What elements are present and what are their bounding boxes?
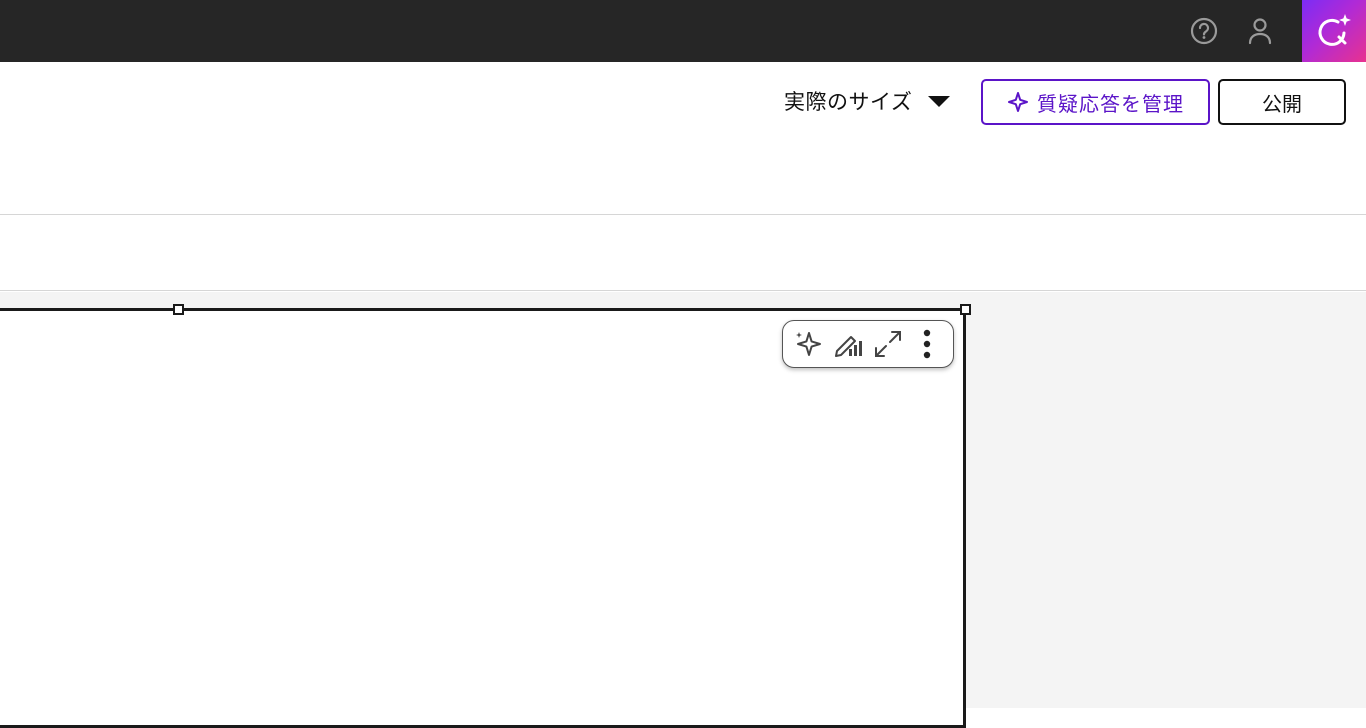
user-icon — [1248, 18, 1272, 45]
more-options-icon — [924, 329, 931, 359]
manage-qa-button[interactable]: 質疑応答を管理 — [981, 79, 1210, 125]
focus-mode-icon — [874, 331, 901, 357]
chevron-down-icon — [928, 95, 951, 107]
publish-button[interactable]: 公開 — [1218, 79, 1346, 125]
view-size-dropdown[interactable]: 実際のサイズ — [784, 86, 951, 116]
publish-label: 公開 — [1262, 91, 1302, 116]
resize-handle-top-right[interactable] — [960, 304, 971, 315]
copilot-summarize-button[interactable] — [792, 327, 826, 361]
sparkle-icon — [795, 332, 821, 356]
focus-mode-button[interactable] — [871, 327, 905, 361]
edit-chart-icon — [835, 336, 863, 357]
top-app-bar — [0, 0, 1366, 62]
visual-header-toolbar — [782, 320, 954, 368]
edit-visual-button[interactable] — [831, 327, 865, 361]
help-button[interactable] — [1186, 13, 1222, 49]
more-options-button[interactable] — [910, 327, 944, 361]
sparkle-icon — [1008, 92, 1028, 112]
copilot-button[interactable] — [1302, 0, 1366, 62]
manage-qa-label: 質疑応答を管理 — [1037, 91, 1184, 116]
secondary-bar — [0, 216, 1366, 291]
copilot-icon — [1318, 14, 1351, 46]
help-circle-icon — [1190, 17, 1218, 45]
account-button[interactable] — [1242, 13, 1278, 49]
view-size-label: 実際のサイズ — [784, 90, 913, 114]
selected-visual[interactable] — [0, 308, 966, 728]
resize-handle-top[interactable] — [173, 304, 184, 315]
